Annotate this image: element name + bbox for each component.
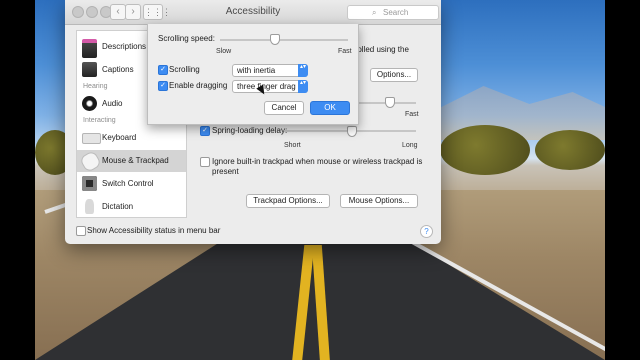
- fast-label: Fast: [405, 111, 419, 118]
- ignore-trackpad-label-continued: present: [212, 167, 239, 176]
- sidebar-item-label: Dictation: [102, 202, 134, 211]
- scrolling-label: Scrolling: [169, 65, 200, 74]
- enable-dragging-label: Enable dragging: [169, 81, 228, 90]
- sidebar-item-label: Switch Control: [102, 179, 154, 188]
- spring-loading-checkbox[interactable]: ✓: [200, 126, 210, 136]
- speaker-icon: [82, 96, 97, 111]
- scrolling-checkbox[interactable]: ✓: [158, 65, 168, 75]
- desert-shrub: [440, 125, 530, 175]
- show-status-checkbox[interactable]: [76, 226, 86, 236]
- sidebar-item-label: Captions: [102, 65, 134, 74]
- switch-control-icon: [82, 176, 97, 191]
- sidebar-item-mouse-trackpad[interactable]: Mouse & Trackpad: [77, 149, 186, 174]
- descriptions-icon: [82, 39, 97, 58]
- mouse-options-button[interactable]: Mouse Options...: [340, 194, 418, 208]
- search-icon: ⌕: [372, 8, 377, 17]
- double-click-speed-knob[interactable]: [385, 97, 395, 108]
- accessibility-window: ‹ › ⋮⋮⋮ Accessibility ⌕ Search Descripti…: [65, 0, 441, 244]
- keyboard-icon: [82, 133, 101, 144]
- sidebar-item-label: Audio: [102, 99, 123, 108]
- slow-label: Slow: [216, 48, 232, 55]
- check-icon: ✓: [160, 82, 166, 89]
- ignore-trackpad-label: Ignore built-in trackpad when mouse or w…: [212, 157, 423, 166]
- spring-loading-label: Spring-loading delay:: [212, 126, 288, 135]
- sidebar-item-keyboard[interactable]: Keyboard: [77, 127, 186, 149]
- sidebar-item-label: Keyboard: [102, 133, 137, 142]
- title-bar: ‹ › ⋮⋮⋮ Accessibility ⌕ Search: [65, 0, 441, 25]
- desert-shrub: [535, 130, 605, 170]
- section-header-interacting: Interacting: [83, 117, 116, 124]
- scrolling-mode-value: with inertia: [237, 66, 276, 75]
- search-field[interactable]: ⌕ Search: [347, 5, 439, 20]
- show-status-label: Show Accessibility status in menu bar: [87, 226, 221, 235]
- scrolling-speed-knob[interactable]: [269, 34, 280, 45]
- popup-arrows-icon: ▴▾: [298, 64, 308, 77]
- short-label: Short: [284, 142, 301, 149]
- mouse-icon: [78, 149, 103, 174]
- scrolling-speed-slider[interactable]: [220, 39, 348, 41]
- options-button[interactable]: Options...: [370, 68, 418, 82]
- popup-arrows-icon: ▴▾: [298, 80, 308, 93]
- sidebar-item-switch-control[interactable]: Switch Control: [77, 173, 186, 195]
- spring-loading-knob[interactable]: [347, 126, 357, 137]
- check-icon: ✓: [202, 127, 208, 134]
- ignore-trackpad-checkbox[interactable]: [200, 157, 210, 167]
- enable-dragging-checkbox[interactable]: ✓: [158, 81, 168, 91]
- microphone-icon: [85, 199, 94, 214]
- check-icon: ✓: [160, 66, 166, 73]
- sidebar-item-label: Descriptions: [102, 42, 147, 51]
- fast-label: Fast: [338, 48, 352, 55]
- help-button[interactable]: ?: [420, 225, 433, 238]
- ok-button[interactable]: OK: [310, 101, 350, 115]
- trackpad-options-sheet: Scrolling speed: Slow Fast ✓ Scrolling w…: [147, 24, 359, 125]
- sidebar-item-dictation[interactable]: Dictation: [77, 196, 186, 218]
- captions-icon: [82, 62, 97, 77]
- search-placeholder: Search: [383, 8, 409, 17]
- scrolling-mode-popup[interactable]: with inertia ▴▾: [232, 64, 308, 77]
- section-header-hearing: Hearing: [83, 83, 108, 90]
- sidebar-item-label: Mouse & Trackpad: [102, 156, 169, 165]
- long-label: Long: [402, 142, 418, 149]
- dragging-mode-popup[interactable]: three finger drag ▴▾: [232, 80, 308, 93]
- cancel-button[interactable]: Cancel: [264, 101, 304, 115]
- scrolling-speed-label: Scrolling speed:: [158, 34, 215, 43]
- trackpad-options-button[interactable]: Trackpad Options...: [246, 194, 330, 208]
